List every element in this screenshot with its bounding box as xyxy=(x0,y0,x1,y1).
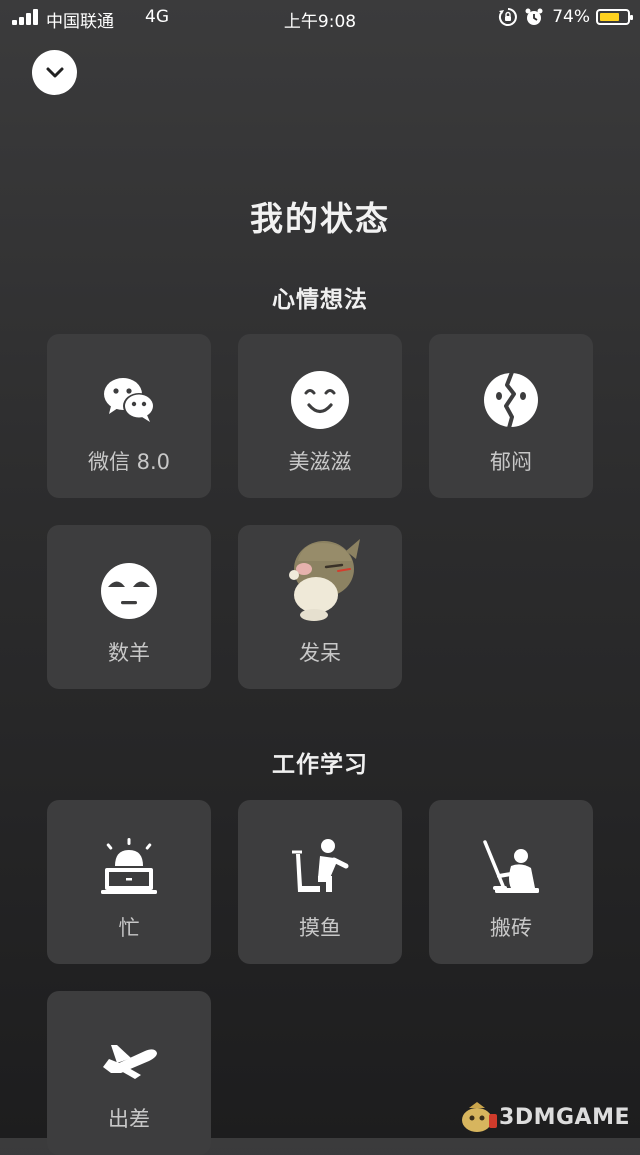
status-card-business-trip[interactable]: 出差 xyxy=(47,991,211,1155)
sleepy-face-icon xyxy=(101,563,157,619)
status-card-wechat[interactable]: 微信 8.0 xyxy=(47,334,211,498)
status-card-label: 搬砖 xyxy=(490,916,532,940)
status-card-label: 发呆 xyxy=(299,641,341,665)
chevron-down-icon xyxy=(46,67,63,77)
alarm-clock-icon xyxy=(525,8,543,25)
status-card-label: 郁闷 xyxy=(490,450,532,474)
battery-level xyxy=(600,13,620,21)
slacking-at-desk-icon xyxy=(292,839,349,892)
status-card-busy[interactable]: 忙 xyxy=(47,800,211,964)
watermark-text: 3DMGAME xyxy=(499,1104,630,1130)
section-title-work-study: 工作学习 xyxy=(272,752,368,778)
rotation-lock-icon xyxy=(499,8,518,26)
cracked-face-icon xyxy=(484,371,538,429)
alarm-laptop-icon xyxy=(101,838,157,894)
battery-icon xyxy=(596,9,633,25)
status-card-label: 忙 xyxy=(118,916,140,940)
battery-percent: 74% xyxy=(552,7,590,27)
status-card-label: 微信 8.0 xyxy=(87,450,171,474)
status-card-counting-sheep[interactable]: 数羊 xyxy=(47,525,211,689)
daydream-animation-icon xyxy=(289,539,360,621)
airplane-icon xyxy=(103,1045,157,1079)
status-card-label: 出差 xyxy=(108,1107,150,1131)
collapse-button[interactable] xyxy=(32,50,77,95)
watermark: 3DMGAME xyxy=(459,1100,630,1134)
status-card-label: 数羊 xyxy=(108,641,150,665)
status-card-gloomy[interactable]: 郁闷 xyxy=(429,334,593,498)
smiling-face-icon xyxy=(291,371,349,429)
section-title-mood: 心情想法 xyxy=(272,287,368,313)
wechat-chat-bubbles-icon xyxy=(104,378,155,422)
status-card-label: 美滋滋 xyxy=(288,450,352,474)
page-title: 我的状态 xyxy=(250,199,390,238)
status-card-brick-moving[interactable]: 搬砖 xyxy=(429,800,593,964)
status-right-group: 74% xyxy=(492,7,633,27)
status-card-label: 摸鱼 xyxy=(299,916,341,940)
status-card-happy[interactable]: 美滋滋 xyxy=(238,334,402,498)
person-with-pickaxe-icon xyxy=(483,840,539,893)
status-bar: 中国联通 4G 上午9:08 74% xyxy=(0,0,640,36)
status-card-daydream[interactable]: 发呆 xyxy=(238,525,402,689)
status-card-slacking[interactable]: 摸鱼 xyxy=(238,800,402,964)
watermark-logo-icon xyxy=(462,1102,498,1132)
